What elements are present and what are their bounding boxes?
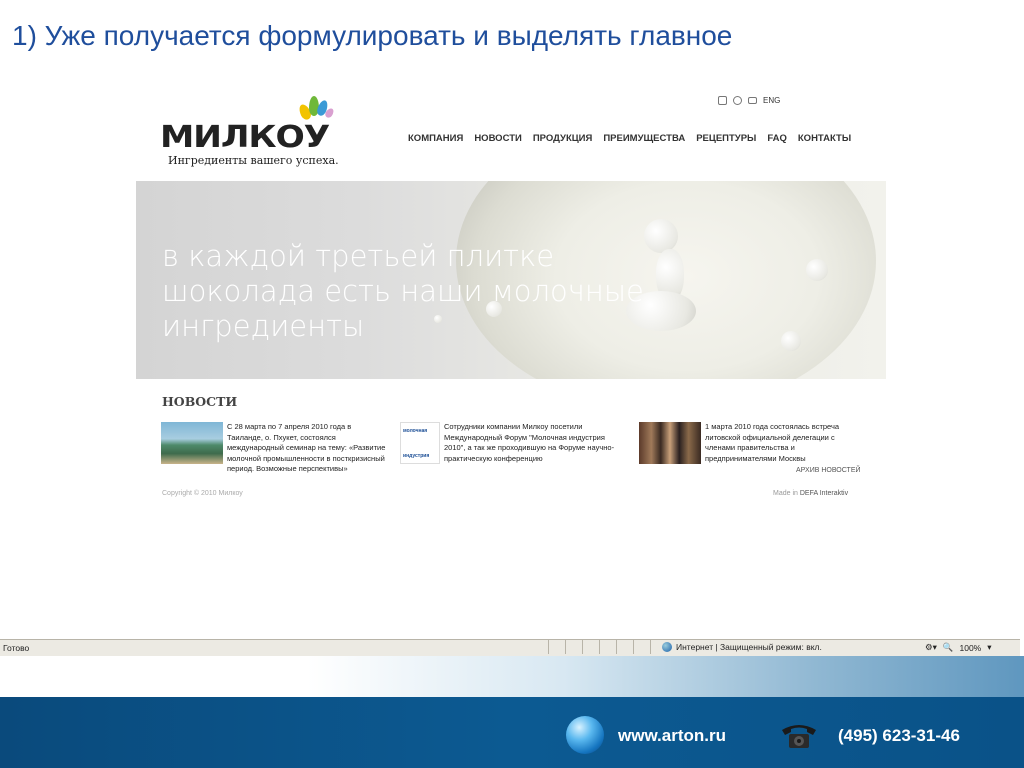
utility-icons: ENG <box>718 96 780 105</box>
logo[interactable]: МИЛКОУ Ингредиенты вашего успеха. <box>160 92 360 172</box>
sitemap-icon[interactable] <box>733 96 742 105</box>
developer-link[interactable]: DEFA Interaktiv <box>800 490 848 497</box>
archive-link[interactable]: АРХИВ НОВОСТЕЙ <box>796 467 861 474</box>
nav-item-company[interactable]: КОМПАНИЯ <box>408 133 463 144</box>
chevron-down-icon[interactable]: ▾ <box>987 642 991 653</box>
language-link[interactable]: ENG <box>763 96 780 105</box>
news-heading: НОВОСТИ <box>162 394 238 409</box>
news-thumbnail-beach[interactable] <box>161 422 223 464</box>
nav-item-faq[interactable]: FAQ <box>767 133 787 144</box>
hero-line: шоколада есть наши молочные <box>162 274 644 308</box>
news-thumbnail-logo[interactable]: молочная индустрия <box>400 422 440 464</box>
internet-zone-icon <box>662 642 672 652</box>
telephone-icon <box>782 725 816 748</box>
news-text: 1 марта 2010 года состоялась встреча лит… <box>705 422 840 463</box>
footer-wave <box>0 656 1024 698</box>
logo-text: МИЛКОУ <box>160 120 330 155</box>
main-nav: КОМПАНИЯ НОВОСТИ ПРОДУКЦИЯ ПРЕИМУЩЕСТВА … <box>408 133 851 144</box>
nav-item-advantages[interactable]: ПРЕИМУЩЕСТВА <box>603 133 685 144</box>
status-right: ⚙▾ 🔍 100% ▾ <box>925 642 992 653</box>
browser-status-bar: Готово Интернет | Защищенный режим: вкл.… <box>0 639 1020 657</box>
thumb-caption: молочная <box>403 428 428 434</box>
website-screenshot: МИЛКОУ Ингредиенты вашего успеха. ENG КО… <box>136 88 886 508</box>
zoom-level[interactable]: 100% <box>959 643 981 653</box>
settings-dropdown-icon[interactable]: ⚙▾ <box>925 642 937 653</box>
hero-line: ингредиенты <box>162 309 365 343</box>
footer-url[interactable]: www.arton.ru <box>618 726 726 746</box>
slide-title: 1) Уже получается формулировать и выделя… <box>12 20 733 51</box>
footer-phone: (495) 623-31-46 <box>838 726 960 745</box>
made-in: Made in DEFA Interaktiv <box>773 490 848 497</box>
hero-slogan: в каждой третьей плитке шоколада есть на… <box>162 239 644 344</box>
home-icon[interactable] <box>718 96 727 105</box>
zone-text: Интернет | Защищенный режим: вкл. <box>676 642 822 652</box>
thumb-caption: индустрия <box>403 452 430 459</box>
nav-item-contacts[interactable]: КОНТАКТЫ <box>798 133 851 144</box>
nav-item-products[interactable]: ПРОДУКЦИЯ <box>533 133 593 144</box>
news-thumbnail-meeting[interactable] <box>639 422 701 464</box>
news-text: Сотрудники компании Милкоу посетили Межд… <box>444 422 615 463</box>
hero-banner: в каждой третьей плитке шоколада есть на… <box>136 181 886 379</box>
news-text: С 28 марта по 7 апреля 2010 года в Таила… <box>227 422 386 473</box>
globe-icon <box>566 716 604 754</box>
mail-icon[interactable] <box>748 97 757 104</box>
status-cells <box>548 640 667 654</box>
nav-item-recipes[interactable]: РЕЦЕПТУРЫ <box>696 133 756 144</box>
copyright: Copyright © 2010 Милкоу <box>162 490 243 497</box>
security-zone[interactable]: Интернет | Защищенный режим: вкл. <box>662 642 822 652</box>
zoom-icon[interactable]: 🔍 <box>943 642 954 653</box>
nav-item-news[interactable]: НОВОСТИ <box>474 133 522 144</box>
hero-line: в каждой третьей плитке <box>162 239 555 273</box>
tagline: Ингредиенты вашего успеха. <box>168 154 339 167</box>
made-in-prefix: Made in <box>773 490 798 497</box>
status-ready: Готово <box>3 643 30 653</box>
